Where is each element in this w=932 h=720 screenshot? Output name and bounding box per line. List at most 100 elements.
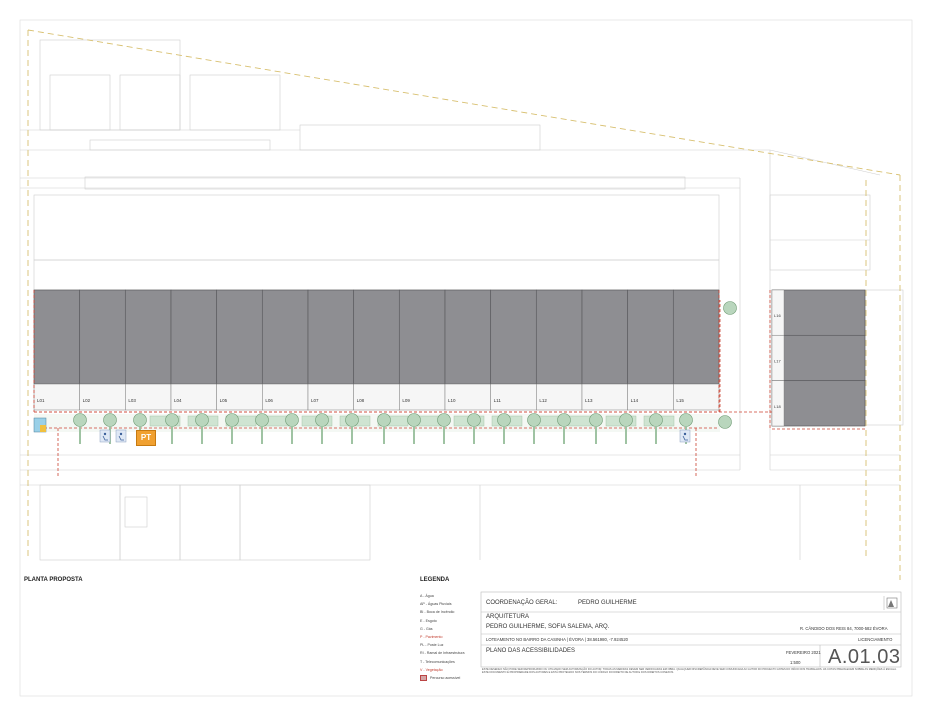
legend-label: E - Esgoto: [420, 618, 437, 623]
architects-names: PEDRO GUILHERME, SOFIA SALEMA, ARQ.: [486, 624, 610, 630]
tree-icon: [225, 413, 239, 427]
tree-icon: [195, 413, 209, 427]
coordination-name: PEDRO GUILHERME: [578, 600, 637, 606]
legend-item: PL - Poste Luz: [420, 641, 480, 649]
tree-icon: [165, 413, 179, 427]
tree-icon: [103, 413, 117, 427]
tree-icon: [255, 413, 269, 427]
legend-title: LEGENDA: [420, 577, 450, 583]
tree-icon: [407, 413, 421, 427]
legend-label: Percurso acessível: [430, 675, 461, 680]
lot-l18: L18: [771, 380, 866, 427]
tree-icon: [377, 413, 391, 427]
legend-label: RI - Ramal de Infraestrutura: [420, 651, 465, 656]
legend-item: Percurso acessível: [420, 674, 480, 682]
lots-row-top: L01 L02 L03 L04 L05 L06 L07 L08 L09 L10 L11 L12 L13 L…: [33, 289, 720, 413]
lot-label: L01: [37, 398, 45, 403]
lot-l02: L02: [79, 289, 126, 411]
legend-label: AP - Águas Pluviais: [420, 602, 452, 607]
lot-label: L06: [265, 398, 273, 403]
legend-item: G - Gás: [420, 625, 480, 633]
tree-icon: [437, 413, 451, 427]
legend-label: BI - Boca de Incêndio: [420, 610, 455, 615]
lot-l17: L17: [771, 334, 866, 382]
legend-item: RI - Ramal de Infraestrutura: [420, 649, 480, 657]
lot-label: L05: [220, 398, 228, 403]
transformer-station-label: PT: [136, 430, 156, 446]
lot-label: L03: [128, 398, 136, 403]
project-name: LOTEAMENTO NO BAIRRO DA CASINHA | ÉVORA …: [486, 637, 628, 642]
lot-l12: L12: [535, 289, 583, 411]
lot-l07: L07: [307, 289, 355, 411]
tree-icon: [718, 415, 732, 429]
tree-icon: [497, 413, 511, 427]
legend-item: P - Pavimento: [420, 633, 480, 641]
legend-item: V - Vegetação: [420, 666, 480, 674]
tree-icon: [73, 413, 87, 427]
legend-label: A - Água: [420, 594, 434, 598]
tree-icon: [527, 413, 541, 427]
address: R. CÂNDIDO DOS REIS 84, 7000-582 ÉVORA: [800, 626, 888, 631]
drawing-sheet: L01 L02 L03 L04 L05 L06 L07 L08 L09 L10 L11 L12 L13 L…: [0, 0, 932, 720]
lot-label: L02: [83, 398, 91, 403]
drawing-title: PLANO DAS ACESSIBILIDADES: [486, 648, 576, 654]
tree-icon: [589, 413, 603, 427]
tree-icon: [315, 413, 329, 427]
logo-mark-icon: [888, 600, 894, 607]
lot-l04: L04: [170, 289, 218, 411]
lot-label: L11: [494, 398, 502, 403]
lot-label: L18: [774, 404, 781, 409]
drawing-date: FEVEREIRO 2021: [786, 650, 821, 655]
tree-icon: [723, 301, 737, 315]
lot-l09: L09: [398, 289, 446, 411]
lot-l08: L08: [353, 289, 400, 411]
lot-l15: L15: [672, 289, 720, 411]
lot-l03: L03: [124, 289, 172, 411]
tree-icon: [679, 413, 693, 427]
accessible-route-swatch-icon: [420, 674, 427, 681]
legend-item: BI - Boca de Incêndio: [420, 608, 480, 616]
lot-l16: L16: [771, 289, 866, 336]
legend-label: P - Pavimento: [420, 634, 443, 639]
lot-l01: L01: [33, 289, 81, 411]
lot-l14: L14: [627, 289, 674, 411]
lot-label: L16: [774, 313, 781, 318]
legend-label: G - Gás: [420, 626, 433, 631]
legend-item: T - Telecomunicações: [420, 658, 480, 666]
lot-label: L14: [631, 398, 639, 403]
lot-label: L17: [774, 359, 781, 364]
lot-l10: L10: [444, 289, 492, 411]
drawing-scale: 1:500: [790, 660, 801, 665]
lot-label: L09: [402, 398, 410, 403]
lot-label: L08: [357, 398, 365, 403]
lot-l06: L06: [261, 289, 309, 411]
coordination-caption: COORDENAÇÃO GERAL:: [486, 600, 558, 606]
lot-label: L04: [174, 398, 182, 403]
architecture-caption: ARQUITETURA: [486, 614, 530, 620]
legend-item: E - Esgoto: [420, 617, 480, 625]
lot-l13: L13: [581, 289, 629, 411]
lot-label: L07: [311, 398, 319, 403]
legend-label: T - Telecomunicações: [420, 659, 455, 664]
legend-item: AP - Águas Pluviais: [420, 600, 480, 608]
lot-label: L10: [448, 398, 456, 403]
lot-label: L15: [676, 398, 684, 403]
tree-icon: [467, 413, 481, 427]
tree-icon: [649, 413, 663, 427]
tree-icon: [557, 413, 571, 427]
legend-label: V - Vegetação: [420, 667, 443, 672]
lot-l05: L05: [216, 289, 263, 411]
drawing-number: A.01.03: [828, 646, 901, 668]
legend: A - Água AP - Águas Pluviais BI - Boca de …: [420, 592, 480, 682]
tree-icon: [345, 413, 359, 427]
project-phase: LICENCIAMENTO: [858, 637, 893, 642]
legend-item: A - Água: [420, 592, 480, 600]
lot-label: L13: [585, 398, 593, 403]
lot-l11: L11: [490, 289, 537, 411]
lot-label: L12: [539, 398, 547, 403]
plan-title: PLANTA PROPOSTA: [24, 577, 83, 583]
legend-label: PL - Poste Luz: [420, 643, 444, 648]
tree-icon: [285, 413, 299, 427]
tree-icon: [619, 413, 633, 427]
tree-icon: [133, 413, 147, 427]
